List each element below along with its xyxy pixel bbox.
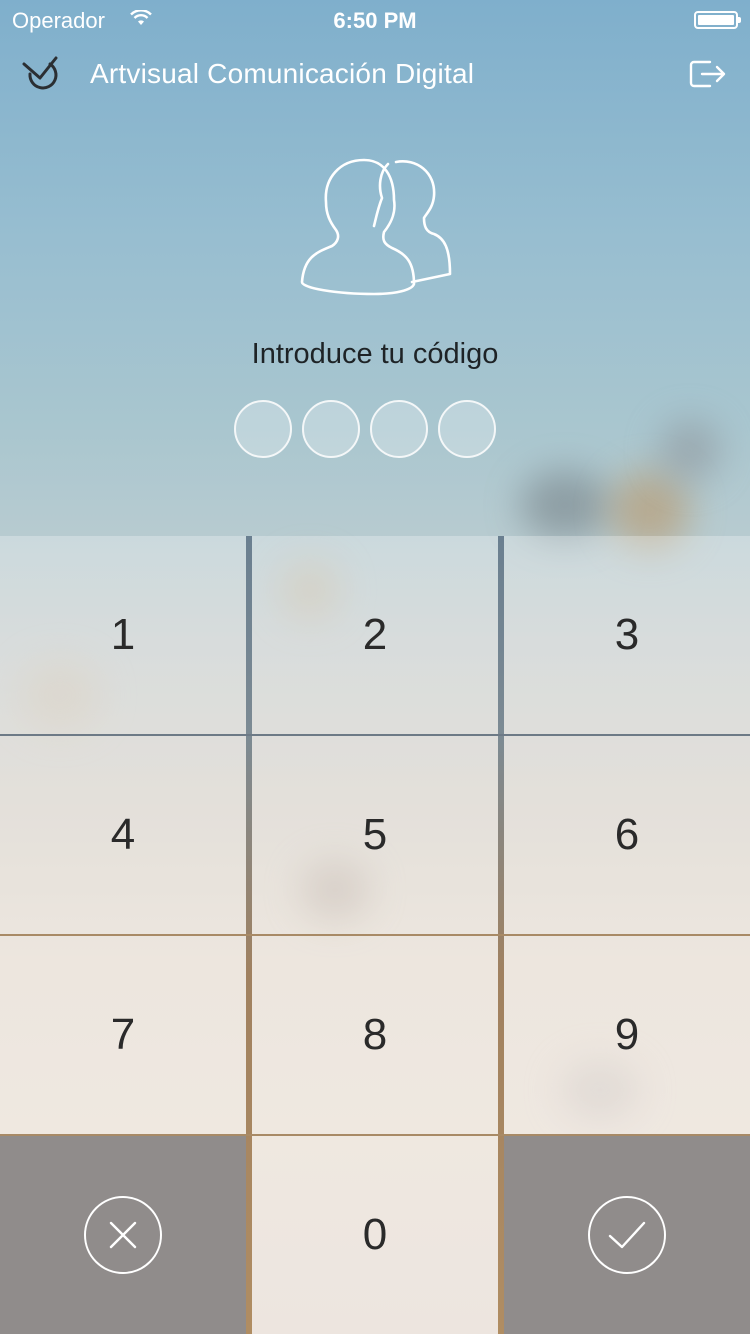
keypad-divider (0, 934, 750, 936)
keypad-divider (0, 1134, 750, 1136)
key-label: 0 (362, 1210, 388, 1259)
cancel-button[interactable] (0, 1136, 246, 1334)
status-time: 6:50 PM (333, 8, 417, 33)
key-0[interactable]: 0 (252, 1136, 498, 1334)
key-2[interactable]: 2 (252, 536, 498, 734)
key-label: 9 (614, 1010, 640, 1059)
key-6[interactable]: 6 (504, 736, 750, 934)
key-3[interactable]: 3 (504, 536, 750, 734)
background-blur (660, 420, 720, 480)
background-blur (520, 470, 610, 540)
check-icon (588, 1196, 666, 1274)
key-label: 4 (110, 810, 136, 859)
key-8[interactable]: 8 (252, 936, 498, 1134)
keypad: 1 2 3 4 5 6 7 8 9 0 (0, 536, 750, 1334)
app-header: Artvisual Comunicación Digital (0, 48, 750, 104)
confirm-button[interactable] (504, 1136, 750, 1334)
key-9[interactable]: 9 (504, 936, 750, 1134)
battery-icon (694, 11, 741, 29)
pin-dot (438, 400, 496, 458)
close-icon (84, 1196, 162, 1274)
pin-indicator (234, 400, 516, 462)
app-title: Artvisual Comunicación Digital (90, 58, 475, 89)
key-4[interactable]: 4 (0, 736, 246, 934)
keypad-divider (0, 734, 750, 736)
pin-dot (370, 400, 428, 458)
key-label: 3 (614, 610, 640, 659)
key-label: 6 (614, 810, 640, 859)
key-7[interactable]: 7 (0, 936, 246, 1134)
key-label: 7 (110, 1010, 136, 1059)
status-bar: Operador 6:50 PM (0, 0, 750, 40)
key-label: 8 (362, 1010, 388, 1059)
clock-check-icon (22, 56, 58, 90)
key-label: 1 (110, 610, 136, 659)
key-label: 2 (362, 610, 388, 659)
logout-icon[interactable] (688, 58, 728, 90)
code-prompt: Introduce tu código (251, 338, 499, 370)
pin-dot (302, 400, 360, 458)
key-1[interactable]: 1 (0, 536, 246, 734)
pin-dot (234, 400, 292, 458)
key-label: 5 (362, 810, 388, 859)
key-5[interactable]: 5 (252, 736, 498, 934)
users-icon (300, 158, 452, 296)
